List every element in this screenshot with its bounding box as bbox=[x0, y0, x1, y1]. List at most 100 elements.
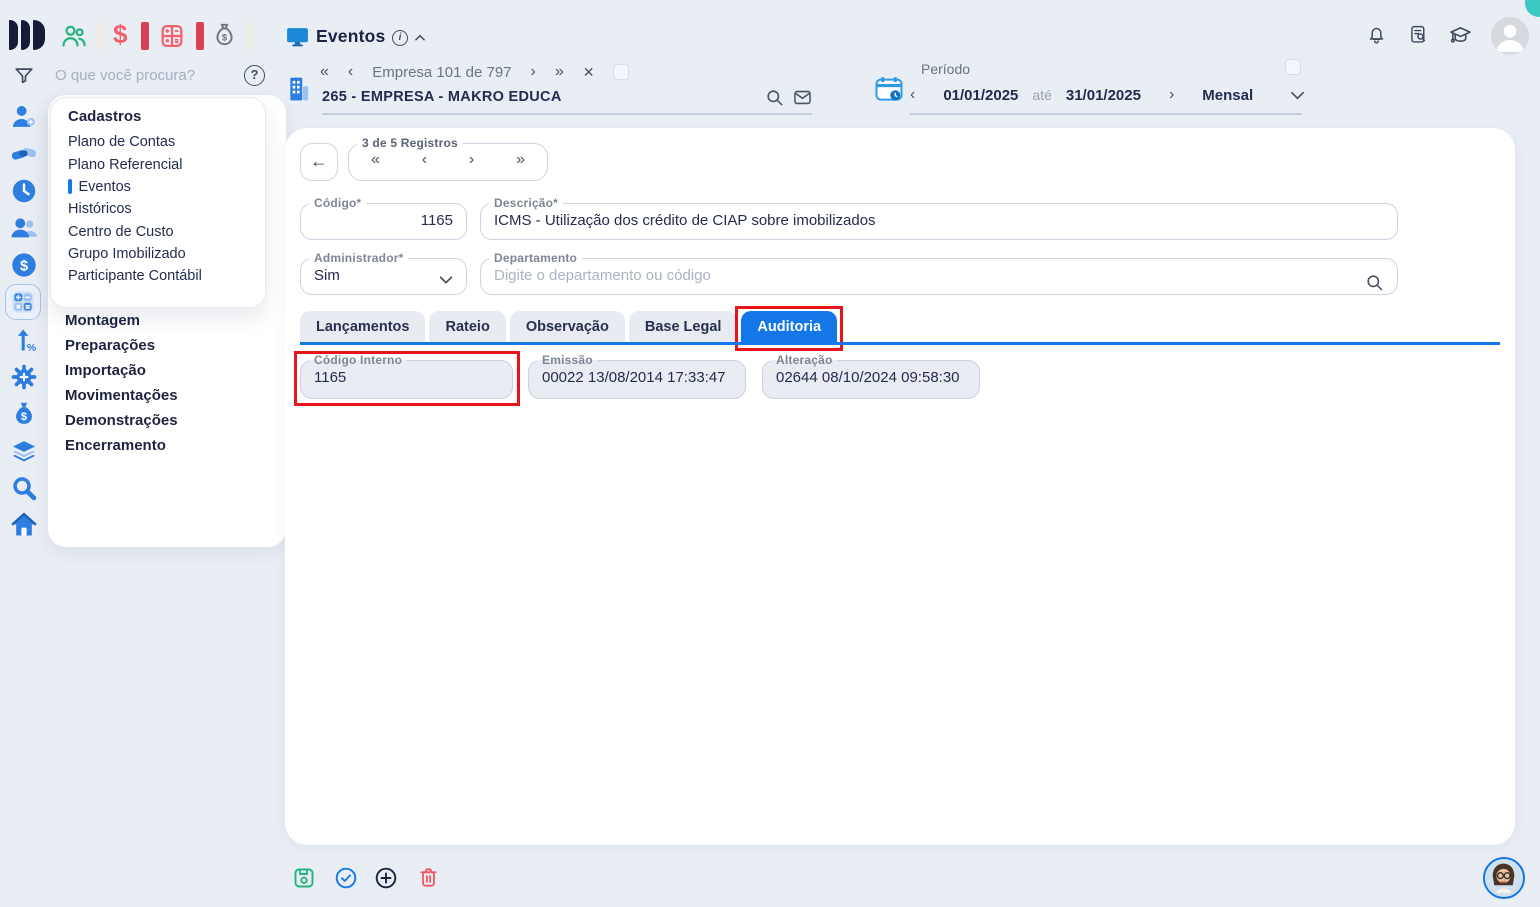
period-until-label: até bbox=[1032, 87, 1051, 103]
menu-group-demonstracoes[interactable]: Demonstrações bbox=[65, 412, 178, 437]
search-rail-icon[interactable] bbox=[10, 474, 38, 502]
calculator-rail-icon[interactable] bbox=[9, 288, 37, 316]
departamento-placeholder[interactable]: Digite o departamento ou código bbox=[481, 265, 1397, 284]
prev-record-icon[interactable]: ‹ bbox=[422, 151, 427, 169]
next-company-icon[interactable]: › bbox=[531, 63, 536, 81]
prev-period-icon[interactable]: ‹ bbox=[910, 86, 915, 104]
gear-icon[interactable] bbox=[10, 363, 38, 391]
descricao-value[interactable]: ICMS - Utilização dos crédito de CIAP so… bbox=[481, 210, 1397, 229]
menu-group-encerramento[interactable]: Encerramento bbox=[65, 437, 178, 462]
dollar-circle-icon[interactable]: $ bbox=[10, 251, 38, 279]
money-bag-rail-icon[interactable]: $ bbox=[10, 400, 38, 428]
menu-item-participante-contabil[interactable]: Participante Contábil bbox=[68, 265, 265, 287]
departamento-label: Departamento bbox=[489, 251, 582, 265]
codigo-label: Código* bbox=[309, 196, 366, 210]
filter-funnel-icon[interactable] bbox=[13, 65, 35, 87]
document-search-icon[interactable] bbox=[1408, 24, 1429, 45]
divider bbox=[97, 22, 104, 50]
menu-group-preparacoes[interactable]: Preparações bbox=[65, 337, 178, 362]
company-name: 265 - EMPRESA - MAKRO EDUCA bbox=[322, 89, 562, 105]
menu-item-plano-de-contas[interactable]: Plano de Contas bbox=[68, 131, 265, 153]
clock-icon[interactable] bbox=[10, 177, 38, 205]
menu-item-eventos[interactable]: Eventos bbox=[68, 176, 265, 198]
help-icon[interactable]: ? bbox=[244, 65, 265, 86]
chevron-up-icon[interactable] bbox=[412, 31, 428, 45]
global-search-input[interactable]: O que você procura? bbox=[55, 67, 195, 84]
administrador-chevron-down-icon[interactable] bbox=[438, 274, 454, 286]
back-button[interactable]: ← bbox=[300, 143, 338, 181]
graduation-cap-icon[interactable] bbox=[1449, 25, 1472, 45]
company-checkbox[interactable] bbox=[613, 64, 629, 80]
add-record-button[interactable] bbox=[374, 866, 398, 890]
record-pager: 3 de 5 Registros « ‹ › » bbox=[348, 136, 548, 181]
period-end-date[interactable]: 31/01/2025 bbox=[1066, 87, 1141, 104]
codigo-interno-value: 1165 bbox=[301, 367, 512, 386]
menu-group-montagem[interactable]: Montagem bbox=[65, 312, 178, 337]
period-mode-select[interactable]: Mensal bbox=[1202, 87, 1253, 104]
users-icon[interactable] bbox=[10, 214, 38, 242]
alteracao-field: Alteração 02644 08/10/2024 09:58:30 bbox=[762, 353, 980, 399]
home-icon[interactable] bbox=[10, 511, 38, 539]
descricao-field[interactable]: Descrição* ICMS - Utilização dos crédito… bbox=[480, 196, 1398, 240]
period-mode-chevron-down-icon[interactable] bbox=[1289, 89, 1306, 102]
menu-item-centro-de-custo[interactable]: Centro de Custo bbox=[68, 221, 265, 243]
money-bag-module-icon[interactable]: $ bbox=[211, 21, 238, 50]
user-settings-icon[interactable] bbox=[10, 103, 38, 131]
divider-red bbox=[196, 22, 204, 50]
next-period-icon[interactable]: › bbox=[1169, 86, 1174, 104]
emissao-label: Emissão bbox=[537, 353, 598, 367]
handshake-icon[interactable] bbox=[10, 140, 38, 168]
svg-text:$: $ bbox=[20, 259, 28, 275]
menu-group-importacao[interactable]: Importação bbox=[65, 362, 178, 387]
mail-icon[interactable] bbox=[793, 89, 812, 106]
emissao-value: 00022 13/08/2014 17:33:47 bbox=[529, 367, 745, 386]
departamento-search-icon[interactable] bbox=[1365, 273, 1384, 292]
calculator-module-icon[interactable] bbox=[158, 22, 186, 50]
divider bbox=[322, 113, 812, 115]
company-search-icon[interactable] bbox=[765, 88, 784, 107]
administrador-select[interactable]: Administrador* Sim bbox=[300, 251, 467, 295]
codigo-value[interactable]: 1165 bbox=[301, 210, 466, 229]
tab-lancamentos[interactable]: Lançamentos bbox=[300, 311, 425, 342]
period-start-date[interactable]: 01/01/2025 bbox=[943, 87, 1018, 104]
prev-company-icon[interactable]: ‹ bbox=[348, 63, 353, 81]
menu-item-grupo-imobilizado[interactable]: Grupo Imobilizado bbox=[68, 243, 265, 265]
chat-widget-corner[interactable] bbox=[1525, 0, 1540, 17]
period-checkbox[interactable] bbox=[1285, 59, 1301, 75]
save-button[interactable] bbox=[292, 866, 316, 890]
tab-rateio[interactable]: Rateio bbox=[429, 311, 505, 342]
record-pager-label: 3 de 5 Registros bbox=[357, 136, 463, 150]
period-controls: ‹ 01/01/2025 até 31/01/2025 › Mensal bbox=[910, 86, 1306, 104]
departamento-input[interactable]: Departamento Digite o departamento ou có… bbox=[480, 251, 1398, 295]
menu-item-historicos[interactable]: Históricos bbox=[68, 198, 265, 220]
tab-observacao[interactable]: Observação bbox=[510, 311, 625, 342]
emissao-field: Emissão 00022 13/08/2014 17:33:47 bbox=[528, 353, 746, 399]
dollar-module-icon[interactable]: $ bbox=[113, 20, 127, 48]
notifications-bell-icon[interactable] bbox=[1366, 24, 1387, 45]
tab-auditoria[interactable]: Auditoria bbox=[741, 311, 837, 342]
close-company-icon[interactable]: ✕ bbox=[583, 64, 595, 81]
codigo-field[interactable]: Código* 1165 bbox=[300, 196, 467, 240]
administrador-label: Administrador* bbox=[309, 251, 408, 265]
layers-icon[interactable] bbox=[10, 437, 38, 465]
menu-section-cadastros[interactable]: Cadastros bbox=[68, 108, 265, 125]
support-chat-avatar[interactable] bbox=[1483, 857, 1525, 899]
trend-up-icon[interactable]: % bbox=[10, 326, 38, 354]
tab-base-legal[interactable]: Base Legal bbox=[629, 311, 738, 342]
first-company-icon[interactable]: « bbox=[320, 63, 329, 81]
next-record-icon[interactable]: › bbox=[469, 151, 474, 169]
last-company-icon[interactable]: » bbox=[555, 63, 564, 81]
delete-button[interactable] bbox=[417, 866, 441, 890]
user-avatar[interactable] bbox=[1491, 17, 1529, 55]
menu-item-plano-referencial[interactable]: Plano Referencial bbox=[68, 153, 265, 175]
divider bbox=[247, 22, 253, 50]
app-window: $ $ Eventos i bbox=[0, 0, 1540, 907]
confirm-button[interactable] bbox=[334, 866, 358, 890]
menu-group-movimentacoes[interactable]: Movimentações bbox=[65, 387, 178, 412]
alteracao-value: 02644 08/10/2024 09:58:30 bbox=[763, 367, 979, 386]
first-record-icon[interactable]: « bbox=[371, 151, 380, 169]
last-record-icon[interactable]: » bbox=[516, 151, 525, 169]
divider bbox=[910, 113, 1302, 115]
info-icon[interactable]: i bbox=[392, 30, 408, 46]
people-module-icon[interactable] bbox=[60, 22, 88, 50]
